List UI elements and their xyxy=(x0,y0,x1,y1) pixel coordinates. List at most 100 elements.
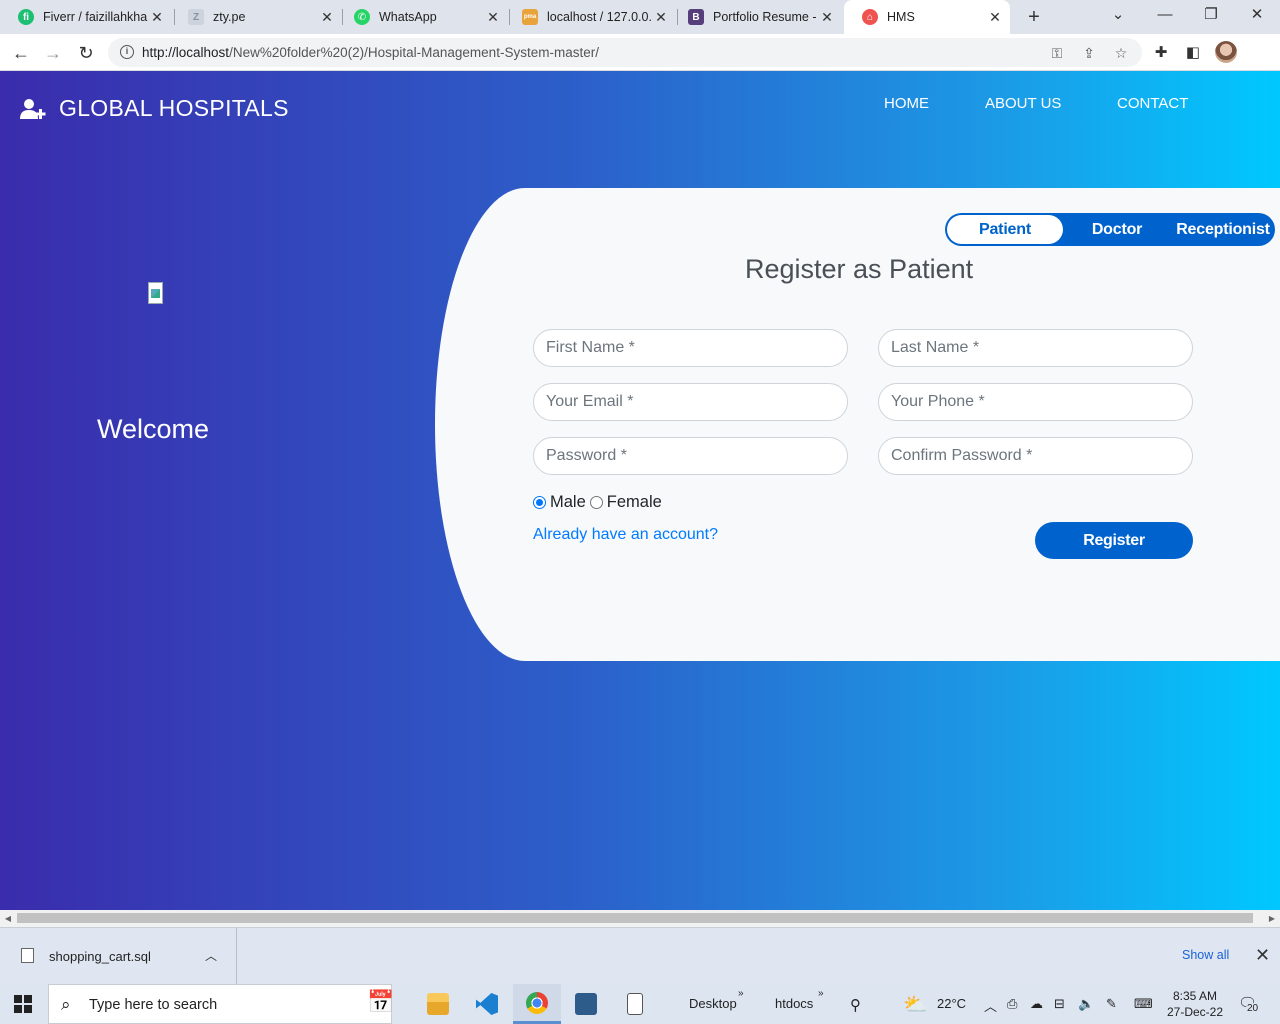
female-radio[interactable] xyxy=(589,496,603,509)
tab-receptionist[interactable]: Receptionist xyxy=(1171,215,1275,244)
close-icon[interactable]: ✕ xyxy=(988,10,1002,24)
page-viewport: GLOBAL HOSPITALS HOME ABOUT US CONTACT W… xyxy=(0,71,1280,910)
search-icon: ⌕ xyxy=(61,995,71,1014)
temperature[interactable]: 22°C xyxy=(937,996,966,1011)
male-label: Male xyxy=(550,493,586,511)
people-icon[interactable]: ⚲ xyxy=(850,996,861,1014)
calendar-icon: 📅 xyxy=(367,989,395,1014)
first-name-field[interactable] xyxy=(533,329,848,367)
scroll-left-arrow-icon[interactable]: ◀ xyxy=(3,913,13,924)
system-clock[interactable]: 8:35 AM 27-Dec-22 xyxy=(1160,988,1230,1020)
windows-start-icon[interactable] xyxy=(14,995,32,1013)
nav-home[interactable]: HOME xyxy=(884,95,929,112)
url-field[interactable]: i http://localhost/New%20folder%20(2)/Ho… xyxy=(108,38,1142,67)
role-switch: Patient Doctor Receptionist xyxy=(945,213,1275,246)
login-link[interactable]: Already have an account? xyxy=(533,526,718,544)
meet-icon[interactable]: ⎙ xyxy=(1007,996,1017,1012)
browser-tab-strip: fi Fiverr / faizillahkhan ✕ Z zty.pe ✕ ✆… xyxy=(0,0,1280,34)
tab-title: WhatsApp xyxy=(379,10,437,24)
tab-whatsapp[interactable]: ✆ WhatsApp ✕ xyxy=(336,0,508,34)
mysql-workbench-app[interactable] xyxy=(562,984,610,1024)
profile-avatar[interactable] xyxy=(1215,41,1237,63)
tray-chevron-icon[interactable]: ︿ xyxy=(984,996,997,1015)
network-icon[interactable]: ⊟ xyxy=(1054,996,1065,1012)
side-panel-icon[interactable]: ◧ xyxy=(1182,42,1204,64)
confirm-password-field[interactable] xyxy=(878,437,1193,475)
site-brand[interactable]: GLOBAL HOSPITALS xyxy=(20,95,289,122)
clock-date: 27-Dec-22 xyxy=(1166,1005,1224,1019)
desktop-toolbar[interactable]: Desktop xyxy=(689,996,737,1011)
window-close-icon[interactable]: ✕ xyxy=(1247,4,1267,26)
tab-search-icon[interactable]: ⌄ xyxy=(1108,4,1128,26)
site-info-icon[interactable]: i xyxy=(120,45,134,59)
notepad-app[interactable] xyxy=(611,984,659,1024)
chevron-icon[interactable]: » xyxy=(738,988,744,999)
tab-fiverr[interactable]: fi Fiverr / faizillahkhan ✕ xyxy=(0,0,172,34)
hospital-icon: ⌂ xyxy=(862,9,878,25)
minimize-icon[interactable]: — xyxy=(1155,4,1175,26)
user-plus-icon xyxy=(20,98,46,119)
nav-about-us[interactable]: ABOUT US xyxy=(985,95,1061,112)
download-shelf: shopping_cart.sql ︿ Show all ✕ xyxy=(0,927,1280,984)
file-explorer-app[interactable] xyxy=(414,984,462,1024)
restore-icon[interactable]: ❐ xyxy=(1201,4,1221,26)
key-icon[interactable]: ⚿ xyxy=(1048,44,1066,62)
new-tab-button[interactable]: + xyxy=(1024,6,1044,28)
search-placeholder: Type here to search xyxy=(89,997,218,1013)
address-bar: ← → ↻ i http://localhost/New%20folder%20… xyxy=(0,34,1280,71)
keyboard-icon[interactable]: ⌨ xyxy=(1134,996,1153,1012)
weather-cloud-icon[interactable]: ⛅ xyxy=(903,992,928,1017)
forward-arrow-icon[interactable]: → xyxy=(40,40,66,66)
tab-title: Portfolio Resume - xyxy=(713,10,817,24)
download-item[interactable]: shopping_cart.sql ︿ xyxy=(0,928,237,984)
scrollbar-thumb[interactable] xyxy=(17,913,1253,923)
reload-icon[interactable]: ↻ xyxy=(73,40,99,66)
fiverr-icon: fi xyxy=(18,9,34,25)
tab-doctor[interactable]: Doctor xyxy=(1073,215,1161,244)
pen-icon[interactable]: ✎ xyxy=(1106,996,1117,1012)
register-button[interactable]: Register xyxy=(1035,522,1193,559)
onedrive-cloud-icon[interactable]: ☁ xyxy=(1030,996,1043,1012)
close-icon[interactable]: ✕ xyxy=(654,10,668,24)
notification-center[interactable]: 🗨 20 xyxy=(1238,994,1262,1016)
notification-count: 20 xyxy=(1246,1003,1260,1014)
tab-hms[interactable]: ⌂ HMS ✕ xyxy=(844,0,1010,34)
close-icon[interactable]: ✕ xyxy=(150,10,164,24)
scroll-right-arrow-icon[interactable]: ▶ xyxy=(1267,913,1277,924)
url-path: /New%20folder%20(2)/Hospital-Management-… xyxy=(229,45,599,60)
close-icon[interactable]: ✕ xyxy=(1255,945,1270,966)
chrome-icon xyxy=(526,991,548,1014)
url-host: http://localhost xyxy=(142,45,230,60)
close-icon[interactable]: ✕ xyxy=(820,10,834,24)
whatsapp-icon: ✆ xyxy=(354,9,370,25)
tab-phpmyadmin[interactable]: pma localhost / 127.0.0.1 ✕ xyxy=(504,0,676,34)
vscode-app[interactable] xyxy=(463,984,511,1024)
htdocs-toolbar[interactable]: htdocs xyxy=(775,996,813,1011)
tab-patient[interactable]: Patient xyxy=(947,215,1063,244)
female-label: Female xyxy=(606,493,662,511)
close-icon[interactable]: ✕ xyxy=(320,10,334,24)
taskbar-search[interactable]: ⌕ Type here to search 📅 xyxy=(48,984,395,1024)
chrome-app[interactable] xyxy=(513,984,561,1024)
tab-portfolio[interactable]: B Portfolio Resume - ✕ xyxy=(670,0,842,34)
chevron-icon[interactable]: » xyxy=(818,988,824,999)
download-filename: shopping_cart.sql xyxy=(49,949,151,964)
chevron-up-icon[interactable]: ︿ xyxy=(205,947,217,964)
show-all-link[interactable]: Show all xyxy=(1182,948,1229,962)
close-icon[interactable]: ✕ xyxy=(486,10,500,24)
extensions-puzzle-icon[interactable]: ✚ xyxy=(1150,42,1172,64)
email-field[interactable] xyxy=(533,383,848,421)
volume-icon[interactable]: 🔈 xyxy=(1078,996,1094,1012)
horizontal-scrollbar[interactable]: ◀ ▶ xyxy=(0,910,1280,927)
phone-field[interactable] xyxy=(878,383,1193,421)
tab-title: zty.pe xyxy=(213,10,246,24)
male-radio[interactable] xyxy=(533,496,546,509)
share-icon[interactable]: ⇪ xyxy=(1080,44,1098,62)
password-field[interactable] xyxy=(533,437,848,475)
nav-contact[interactable]: CONTACT xyxy=(1117,95,1188,112)
tab-ztype[interactable]: Z zty.pe ✕ xyxy=(170,0,342,34)
bookmark-star-icon[interactable]: ☆ xyxy=(1112,44,1130,62)
last-name-field[interactable] xyxy=(878,329,1193,367)
back-arrow-icon[interactable]: ← xyxy=(8,40,34,66)
url-text[interactable]: http://localhost/New%20folder%20(2)/Hosp… xyxy=(142,45,599,60)
